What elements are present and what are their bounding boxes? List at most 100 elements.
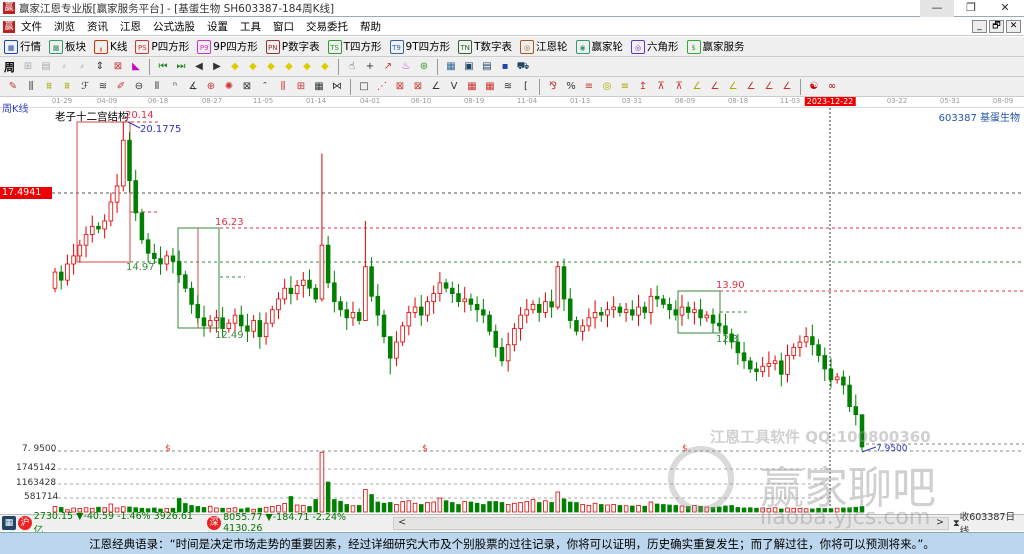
candle-down bbox=[599, 312, 604, 316]
label-high-point: 20.1775 bbox=[140, 124, 182, 135]
candle-down bbox=[443, 282, 449, 289]
volume-bar bbox=[561, 498, 567, 513]
volume-bar bbox=[673, 505, 679, 513]
candle-down bbox=[685, 306, 691, 313]
candle-down bbox=[344, 309, 350, 319]
candle-up bbox=[270, 309, 275, 324]
volume-bar bbox=[195, 506, 201, 513]
candle-up bbox=[437, 282, 443, 294]
candle-down bbox=[139, 212, 145, 241]
candle-down bbox=[58, 271, 64, 281]
volume-bar bbox=[381, 502, 387, 513]
candle-down bbox=[567, 298, 573, 321]
candle-down bbox=[474, 303, 480, 311]
candle-up bbox=[77, 244, 83, 257]
volume-bar bbox=[400, 501, 405, 513]
candle-down bbox=[195, 303, 201, 319]
candle-up bbox=[431, 293, 436, 303]
volume-bar bbox=[108, 503, 114, 513]
volume-bar bbox=[83, 507, 89, 513]
candle-up bbox=[524, 309, 530, 316]
candle-up bbox=[164, 255, 170, 265]
volume-bar bbox=[716, 506, 722, 513]
volume-bar bbox=[654, 503, 660, 513]
candle-up bbox=[207, 320, 213, 327]
candle-down bbox=[189, 287, 194, 305]
volume-bar bbox=[536, 502, 542, 513]
volume-bar bbox=[425, 502, 430, 513]
volume-bar bbox=[257, 507, 263, 513]
candle-up bbox=[301, 279, 306, 286]
candle-down bbox=[245, 325, 250, 332]
volume-bar bbox=[735, 507, 741, 513]
volume-bar bbox=[747, 507, 753, 513]
candle-up bbox=[518, 314, 523, 329]
candle-up bbox=[425, 301, 430, 316]
volume-bar bbox=[499, 502, 505, 513]
candle-up bbox=[214, 317, 219, 321]
candle-up bbox=[679, 306, 685, 316]
candle-down bbox=[661, 298, 666, 305]
label-box1-bottom: 14.97 bbox=[126, 262, 155, 273]
volume-bar bbox=[487, 501, 492, 513]
candle-up bbox=[226, 322, 232, 329]
candle-down bbox=[369, 266, 374, 297]
candle-up bbox=[648, 295, 654, 313]
volume-bar bbox=[313, 499, 318, 513]
candle-down bbox=[816, 344, 821, 356]
volume-bar bbox=[276, 505, 281, 513]
candle-up bbox=[102, 220, 107, 230]
volume-bar bbox=[450, 502, 455, 513]
candle-down bbox=[183, 274, 188, 289]
volume-bar bbox=[530, 499, 536, 513]
candle-down bbox=[822, 355, 828, 370]
candle-down bbox=[561, 266, 567, 300]
candle-down bbox=[152, 252, 157, 260]
volume-bar bbox=[493, 501, 499, 513]
candle-down bbox=[201, 317, 207, 327]
volume-bar bbox=[642, 505, 647, 513]
candle-down bbox=[481, 309, 486, 316]
label-high-box: 20.14 bbox=[125, 110, 154, 121]
candle-down bbox=[630, 309, 635, 316]
candle-down bbox=[673, 309, 679, 316]
volume-bar bbox=[599, 504, 604, 513]
candle-down bbox=[468, 298, 474, 305]
volume-bar bbox=[226, 508, 232, 513]
volume-bar bbox=[207, 505, 213, 513]
candle-down bbox=[220, 317, 225, 329]
candle-up bbox=[772, 360, 778, 364]
candle-up bbox=[52, 271, 58, 289]
volume-bar bbox=[127, 506, 132, 513]
candle-up bbox=[406, 312, 412, 327]
period-label: 周K线 bbox=[2, 104, 29, 115]
volume-bar bbox=[667, 504, 672, 513]
candle-down bbox=[654, 295, 660, 300]
volume-bar bbox=[630, 505, 635, 513]
stock-label: 603387 基蛋生物 bbox=[938, 113, 1020, 124]
candle-down bbox=[176, 260, 182, 276]
candle-up bbox=[704, 314, 710, 319]
candle-up bbox=[350, 312, 356, 319]
label-box3-bottom: 12.3 bbox=[716, 334, 739, 345]
volume-bar bbox=[512, 502, 517, 513]
candle-down bbox=[418, 306, 424, 316]
volume-bar bbox=[350, 505, 356, 513]
watermark-logo-icon bbox=[668, 446, 734, 512]
candle-down bbox=[828, 368, 834, 381]
candle-up bbox=[294, 285, 300, 294]
volume-bar bbox=[183, 503, 188, 513]
volume-bar bbox=[251, 508, 256, 513]
volume-bar bbox=[394, 504, 399, 513]
volume-bar bbox=[505, 504, 511, 513]
candle-up bbox=[263, 322, 269, 338]
volume-bar bbox=[338, 500, 343, 513]
volume-bar bbox=[263, 507, 269, 513]
volume-bar bbox=[288, 496, 294, 513]
volume-bar bbox=[189, 505, 194, 513]
candle-up bbox=[251, 320, 256, 332]
volume-bar bbox=[555, 491, 561, 513]
volume-bar bbox=[102, 507, 107, 513]
volume-bar bbox=[574, 502, 579, 513]
candle-down bbox=[257, 320, 263, 338]
